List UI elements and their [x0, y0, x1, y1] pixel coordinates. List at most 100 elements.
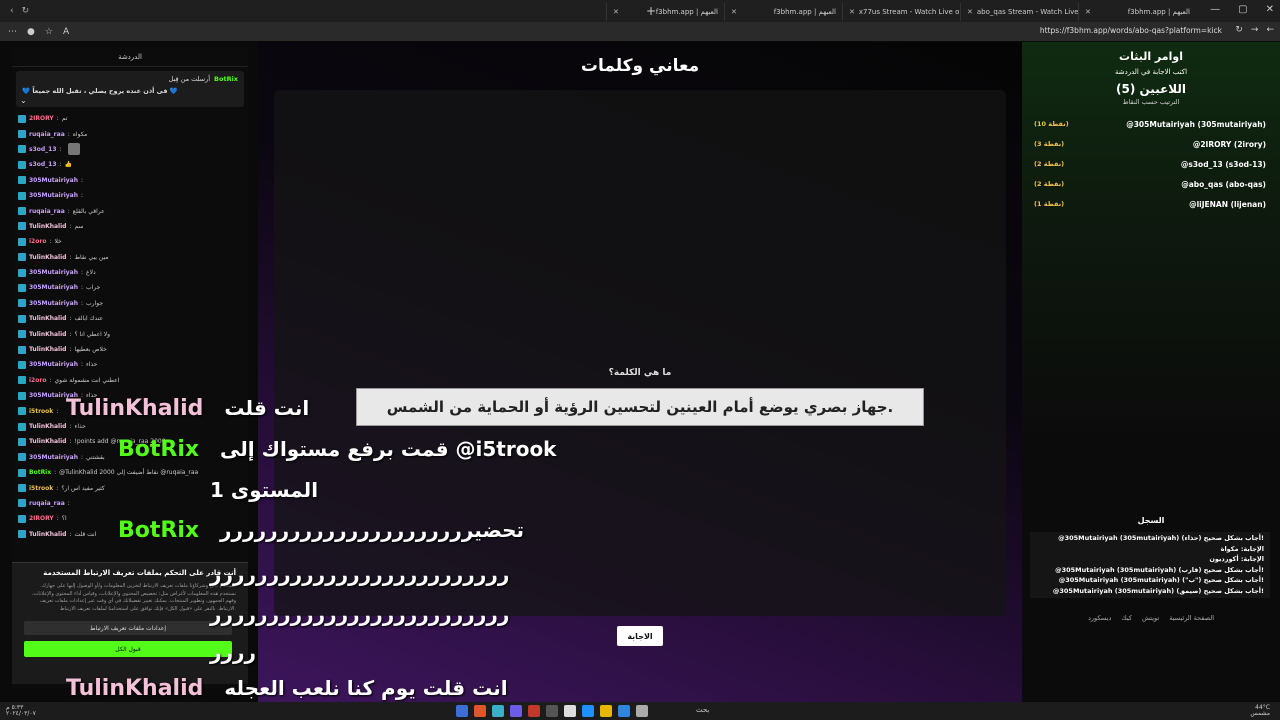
chat-username[interactable]: BotRix: [29, 469, 51, 476]
cookie-accept-button[interactable]: قبول الكل: [24, 641, 232, 657]
leaderboard-row: (2 نقطة) @s3od_13 (s3od-13): [1034, 159, 1266, 169]
chat-username[interactable]: TulinKhalid: [29, 315, 66, 322]
chat-username[interactable]: TulinKhalid: [29, 438, 66, 445]
badge-icon: [18, 207, 26, 216]
colon: :: [56, 515, 59, 523]
answer-button[interactable]: الاجابة: [617, 626, 663, 646]
chat-username[interactable]: 2IRORY: [29, 115, 54, 122]
chat-username[interactable]: 305Mutairiyah: [29, 177, 78, 184]
colon: :: [49, 238, 52, 246]
players-count: اللاعبين (5): [1115, 82, 1187, 96]
browser-tab[interactable]: ✕ f3bhm.app | العبهم: [1078, 3, 1196, 21]
chat-username[interactable]: i5trook: [29, 485, 53, 492]
chat-text: 👍: [64, 161, 73, 169]
chat-text: بقشتني: [86, 453, 105, 461]
colon: :: [56, 484, 59, 492]
footer-link-twitch[interactable]: تويتش: [1142, 614, 1159, 622]
chat-username[interactable]: TulinKhalid: [29, 423, 66, 430]
weather: 44°C مشمس: [1250, 704, 1270, 717]
chat-message: TulinKhalid: خلاص بعطيها: [12, 342, 248, 357]
browser-tab[interactable]: ✕abo_qas Stream - Watch Live on Kick: [960, 3, 1078, 21]
close-icon[interactable]: ✕: [849, 8, 855, 16]
chat-username[interactable]: s3od_13: [29, 161, 57, 168]
refresh-icon[interactable]: ↻: [22, 6, 30, 16]
colon: :: [69, 315, 72, 323]
badge-icon: [18, 391, 26, 400]
chat-username[interactable]: i2oro: [29, 377, 46, 384]
footer-link-discord[interactable]: ديسكورد: [1088, 614, 1111, 622]
question-box: جهاز بصري يوضع أمام العينين لتحسين الرؤي…: [356, 388, 924, 426]
chat-username[interactable]: 305Mutairiyah: [29, 361, 78, 368]
colon: :: [69, 423, 72, 430]
chat-text: @TulinKhalid 2000 نقاط أضيفت إلى @ruqaia…: [59, 469, 199, 477]
chat-username[interactable]: TulinKhalid: [29, 254, 66, 261]
close-icon[interactable]: ✕: [613, 8, 619, 16]
folder-icon[interactable]: [600, 705, 612, 717]
menu-icon[interactable]: ⋯: [8, 27, 17, 37]
chat-text: كثير مفيد اس ار؟: [61, 484, 105, 492]
profile-icon[interactable]: ●: [27, 27, 35, 37]
url-field[interactable]: https://f3bhm.app/words/abo-qas?platform…: [1040, 26, 1222, 35]
chat-username[interactable]: 305Mutairiyah: [29, 284, 78, 291]
chat-username[interactable]: TulinKhalid: [29, 531, 66, 538]
maximize-icon[interactable]: ▢: [1238, 4, 1247, 15]
badge-icon: [18, 191, 26, 200]
log-entry: الإجابة: مكواة: [1220, 544, 1264, 553]
discord-icon[interactable]: [510, 705, 522, 717]
leaderboard-row: (2 نقطة) @abo_qas (abo-qas): [1034, 179, 1266, 189]
close-icon[interactable]: ✕: [731, 8, 737, 16]
chat-username[interactable]: 305Mutairiyah: [29, 192, 78, 199]
footer-link-kick[interactable]: كيك: [1121, 614, 1132, 622]
settings-icon[interactable]: [546, 705, 558, 717]
back-icon[interactable]: ←: [1266, 25, 1274, 35]
chat-username[interactable]: ruqaia_raa: [29, 131, 65, 138]
minimize-icon[interactable]: —: [1210, 4, 1220, 15]
back-icon[interactable]: ‹: [10, 6, 14, 16]
reader-icon[interactable]: A: [63, 27, 69, 37]
brave-icon[interactable]: [474, 705, 486, 717]
browser-tab[interactable]: ✕x77us Stream - Watch Live on Kick: [842, 3, 960, 21]
edge-icon[interactable]: [582, 705, 594, 717]
chat-username[interactable]: ruqaia_raa: [29, 500, 65, 507]
app-icon[interactable]: [456, 705, 468, 717]
forward-icon[interactable]: →: [1251, 25, 1259, 35]
close-icon[interactable]: ✕: [1085, 8, 1091, 16]
chat-message: 305Mutairiyah:: [12, 173, 248, 188]
leaderboard-row: (3 نقطة) @2IRORY (2irory): [1034, 139, 1266, 149]
chat-username[interactable]: TulinKhalid: [29, 223, 66, 230]
chat-username[interactable]: i5trook: [29, 408, 53, 415]
chat-username[interactable]: 305Mutairiyah: [29, 454, 78, 461]
chat-username[interactable]: TulinKhalid: [29, 331, 66, 338]
chat-message: s3od_13: 👍: [12, 157, 248, 172]
badge-icon: [18, 453, 26, 462]
favorite-icon[interactable]: ☆: [45, 27, 53, 37]
store-icon[interactable]: [564, 705, 576, 717]
refresh-icon[interactable]: ↻: [1235, 25, 1243, 35]
app-icon[interactable]: [528, 705, 540, 717]
chat-username[interactable]: s3od_13: [29, 146, 57, 153]
colon: :: [56, 407, 59, 415]
chat-message: 305Mutairiyah:: [12, 188, 248, 203]
badge-icon: [18, 484, 26, 493]
footer-link-home[interactable]: الصفحة الرئيسية: [1169, 614, 1214, 622]
close-window-icon[interactable]: ✕: [1266, 4, 1274, 15]
chat-username[interactable]: ruqaia_raa: [29, 208, 65, 215]
browser-tab[interactable]: ✕ f3bhm.app | العبهم: [724, 3, 842, 21]
log-entry: @305Mutairiyah (305mutairiyah) أجاب بشكل…: [1058, 534, 1264, 542]
close-icon[interactable]: ✕: [967, 8, 973, 16]
chat-username[interactable]: 305Mutairiyah: [29, 269, 78, 276]
app-icon[interactable]: [492, 705, 504, 717]
cookie-settings-button[interactable]: إعدادات ملفات تعريف الارتباط: [24, 621, 232, 635]
app-icon[interactable]: [618, 705, 630, 717]
chat-username[interactable]: 305Mutairiyah: [29, 300, 78, 307]
chat-username[interactable]: 2IRORY: [29, 515, 54, 522]
chat-username[interactable]: TulinKhalid: [29, 346, 66, 353]
chat-username[interactable]: i2oro: [29, 238, 46, 245]
search-box[interactable]: بحث: [696, 706, 709, 714]
browser-tab[interactable]: ✕ f3bhm.app | العبهم: [606, 3, 724, 21]
chevron-down-icon[interactable]: ⌄: [20, 96, 27, 105]
tab-bar: ‹ ↻ + ✕ f3bhm.app | العبهم ✕ f3bhm.app | ا…: [0, 0, 1280, 22]
log-title: السجل: [1137, 516, 1165, 525]
app-icon[interactable]: [636, 705, 648, 717]
colon: :: [81, 269, 84, 277]
